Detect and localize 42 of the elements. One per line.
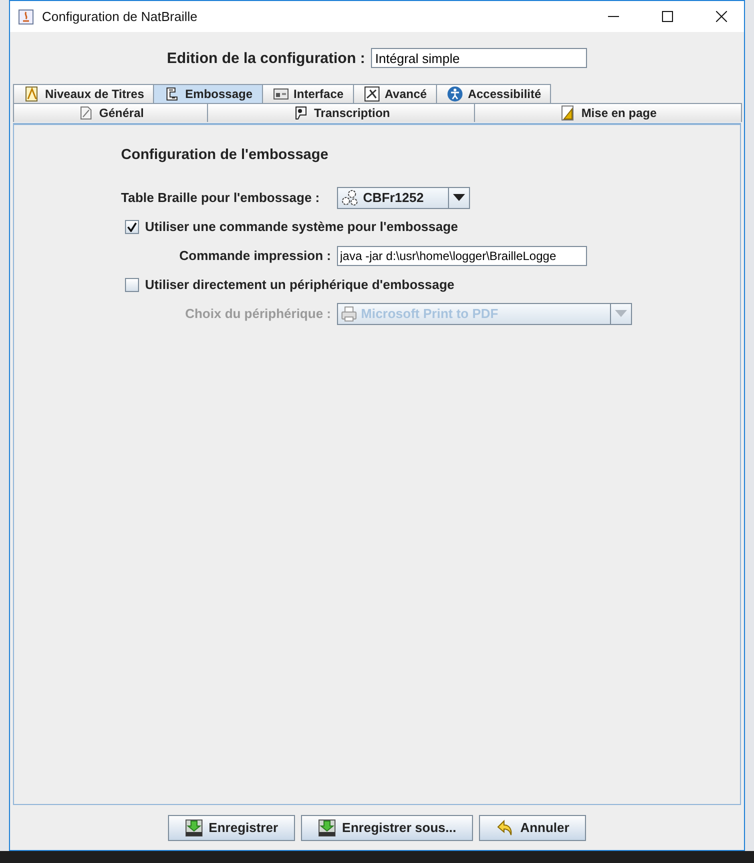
save-as-button[interactable]: Enregistrer sous...: [301, 814, 474, 840]
tab[interactable]: Général: [13, 103, 208, 122]
checkbox[interactable]: [125, 220, 139, 234]
save-icon: [184, 818, 203, 836]
config-name-field[interactable]: Intégral simple: [371, 48, 588, 68]
tab-icon: [364, 86, 380, 102]
tab[interactable]: Avancé: [352, 84, 437, 103]
tab-icon: [78, 105, 94, 121]
checkbox-label[interactable]: Utiliser directement un périphérique d'embossage: [125, 277, 454, 292]
checkbox-label[interactable]: Utiliser une commande système pour l'embossage: [125, 219, 458, 234]
cancel-button[interactable]: Annuler: [479, 814, 586, 840]
tab-icon: [24, 86, 40, 102]
field-label: Choix du périphérique :: [184, 306, 332, 321]
tab[interactable]: Niveaux de Titres: [13, 84, 154, 103]
maximize-icon[interactable]: [662, 11, 672, 22]
app-icon: [18, 8, 34, 24]
dropdown[interactable]: CBFr1252: [337, 186, 470, 208]
tab-icon: [560, 105, 576, 121]
caret-icon: [615, 310, 627, 317]
tab-icon: [164, 86, 180, 102]
close-icon[interactable]: [716, 11, 726, 22]
config-label: Edition de la configuration :: [166, 50, 366, 66]
tab[interactable]: Mise en page: [474, 103, 742, 122]
tab-icon: [446, 86, 463, 102]
minimize-icon[interactable]: [608, 16, 618, 18]
tab[interactable]: Accessibilité: [436, 84, 552, 103]
tab[interactable]: Interface: [262, 84, 354, 103]
tab[interactable]: Embossage: [153, 84, 263, 103]
tab-icon: [272, 86, 289, 102]
checkbox[interactable]: [125, 278, 139, 292]
save-icon: [318, 818, 336, 836]
printer-icon: [341, 306, 357, 322]
tab-icon: [292, 105, 309, 121]
undo-arrow-icon: [496, 818, 514, 836]
field-label: Commande impression :: [178, 248, 332, 263]
window-title: Configuration de NatBraille: [42, 9, 198, 24]
tab[interactable]: Transcription: [207, 103, 475, 122]
input-field[interactable]: java -jar d:\usr\home\logger\BrailleLogge: [337, 246, 587, 266]
field-label: Table Braille pour l'embossage :: [121, 190, 321, 205]
caret-icon: [453, 194, 465, 201]
save-button[interactable]: Enregistrer: [168, 814, 296, 840]
section-title: Configuration de l'embossage: [121, 147, 330, 163]
